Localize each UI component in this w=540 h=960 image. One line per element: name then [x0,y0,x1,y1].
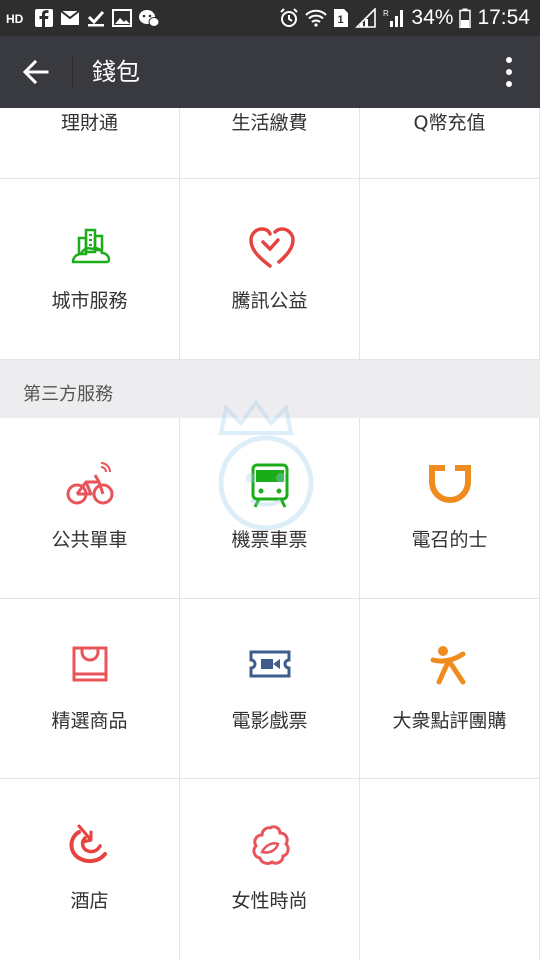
tile-city-services[interactable]: 城市服務 [0,179,180,359]
app-bar-divider [72,56,73,88]
grid-row: 精選商品 電影戲票 大衆點評團購 [0,599,540,779]
tile-empty [360,179,540,359]
grid-row: 酒店 女性時尚 [0,779,540,960]
clock: 17:54 [477,6,530,29]
train-icon [251,463,288,508]
tile-empty [360,779,540,960]
mail-icon [60,10,80,26]
tile-label: 生活繳費 [231,112,308,134]
wallet-grid: 理財通 生活繳費 Q幣充值 城市服務 騰訊公益 第三方服務 公共單車 機票車票 … [0,108,540,960]
gallery-icon [112,9,132,27]
wifi-icon [305,9,328,27]
more-menu-button[interactable] [492,48,526,96]
tile-label: 電影戲票 [231,710,308,732]
tile-label: 機票車票 [231,529,308,551]
app-bar: 錢包 [0,36,540,108]
signal-roaming-icon: R [383,8,405,28]
tile-label: 電召的士 [411,529,488,551]
tile-public-bike[interactable]: 公共單車 [0,418,180,598]
svg-text:R: R [383,9,389,18]
section-header-third-party: 第三方服務 [0,360,540,418]
tile-label: 女性時尚 [231,890,308,912]
tile-label: 騰訊公益 [231,290,308,312]
tile-label: 大衆點評團購 [392,710,507,732]
hotel-icon [69,824,107,864]
system-icons: 1 R 34% 17:54 [279,0,530,36]
arrow-left-icon [22,59,49,85]
tile-label: 理財通 [60,112,118,134]
tile-tencent-charity[interactable]: 騰訊公益 [180,179,360,359]
back-button[interactable] [12,48,60,96]
svg-text:HD: HD [6,12,24,25]
grid-row: 公共單車 機票車票 電召的士 [0,418,540,599]
tile-qcoin-topup[interactable]: Q幣充值 [360,108,540,178]
tile-label: 精選商品 [51,710,128,732]
tile-hotel[interactable]: 酒店 [0,779,180,960]
battery-icon [459,8,472,28]
tile-women-fashion[interactable]: 女性時尚 [180,779,360,960]
grid-row: 城市服務 騰訊公益 [0,179,540,360]
shopping-bag-icon [72,646,107,682]
facebook-icon [34,8,54,28]
svg-text:1: 1 [338,14,344,26]
tile-label: 公共單車 [51,529,128,551]
tile-selected-goods[interactable]: 精選商品 [0,599,180,778]
flower-icon [251,825,290,865]
tile-flight-train-tickets[interactable]: 機票車票 [180,418,360,598]
alarm-icon [279,8,299,28]
hd-icon: HD [6,11,28,25]
tile-utility-payment[interactable]: 生活繳費 [180,108,360,178]
movie-ticket-icon [249,650,290,678]
notification-icons: HD [6,0,160,36]
status-bar: HD 1 R 34% 17:54 [0,0,540,36]
page-title: 錢包 [92,58,140,86]
didi-taxi-icon [428,464,471,503]
tile-label: 酒店 [70,890,109,912]
tile-movie-tickets[interactable]: 電影戲票 [180,599,360,778]
wechat-icon [138,8,160,28]
city-icon [71,228,110,264]
battery-percent: 34% [411,6,454,29]
signal-sim1-icon [355,8,377,28]
bicycle-icon [66,462,113,505]
download-done-icon [86,9,106,27]
grid-row-top: 理財通 生活繳費 Q幣充值 [0,108,540,179]
tile-label: Q幣充值 [413,112,486,134]
tile-didi-taxi[interactable]: 電召的士 [360,418,540,598]
tile-dianping-groupbuy[interactable]: 大衆點評團購 [360,599,540,778]
sim1-icon: 1 [333,8,349,28]
dianping-icon [430,646,465,685]
tile-licaitong[interactable]: 理財通 [0,108,180,178]
more-vertical-icon [506,57,512,87]
tile-label: 城市服務 [51,290,128,312]
charity-heart-icon [248,227,295,268]
